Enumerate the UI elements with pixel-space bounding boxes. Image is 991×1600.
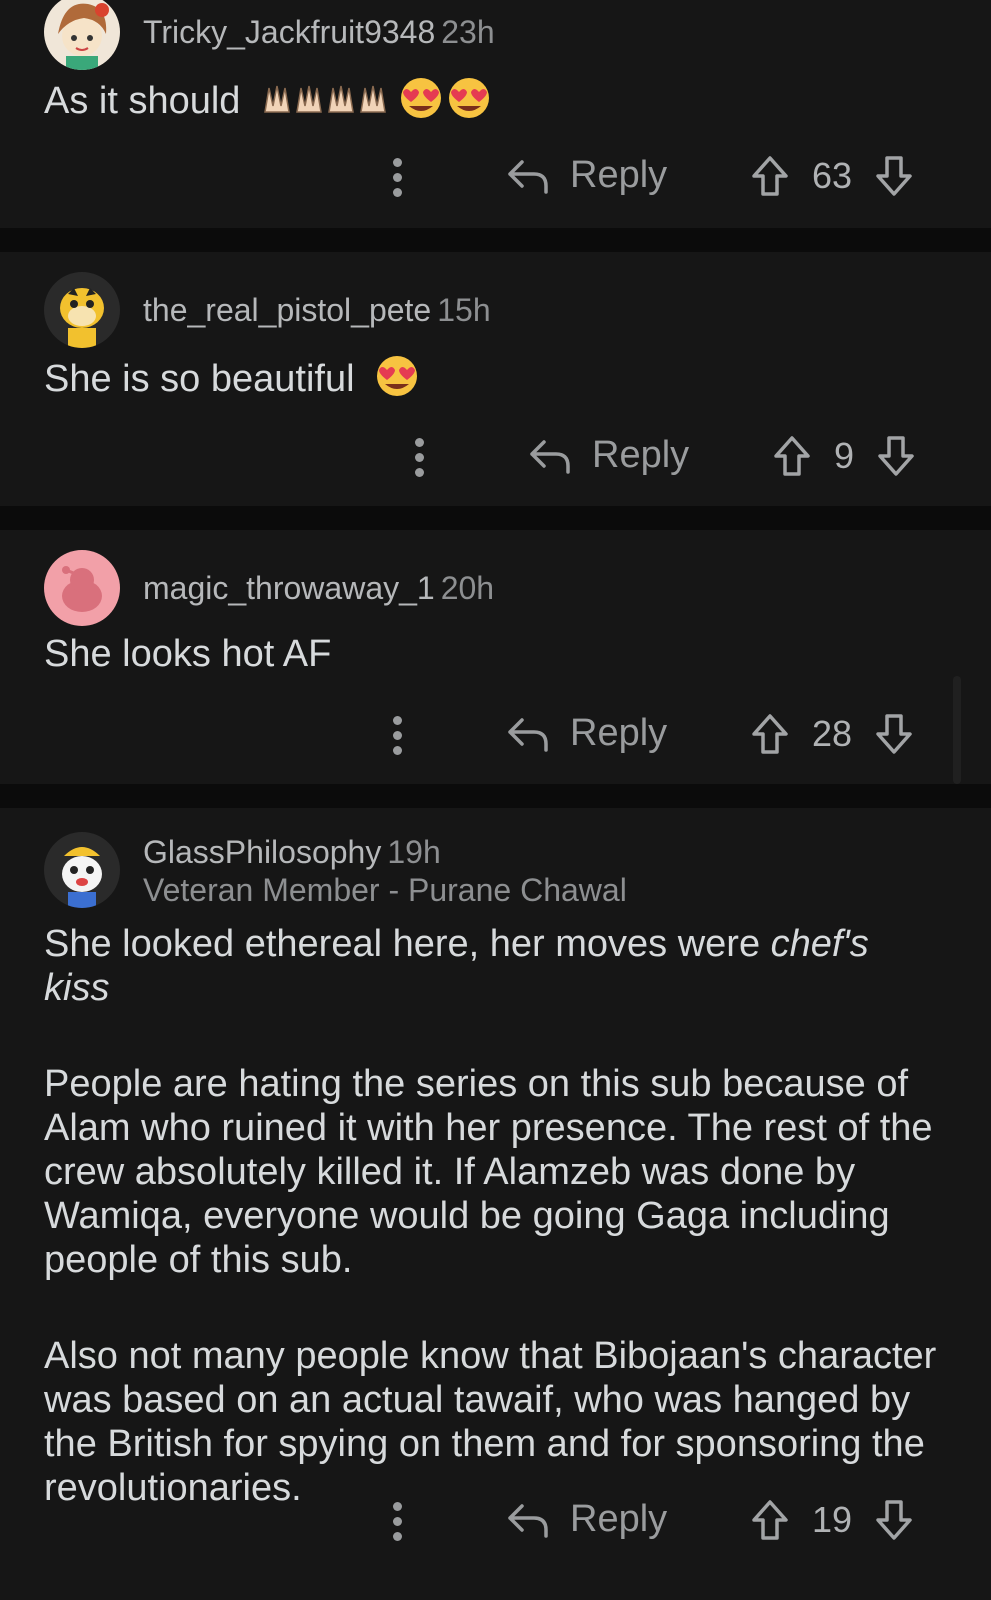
vote-count: 19: [812, 1499, 853, 1540]
comment-actions: Reply 28: [0, 706, 991, 766]
reply-label: Reply: [570, 154, 668, 196]
comment-text: She is so beautiful: [44, 358, 355, 401]
avatar-image: [44, 272, 120, 348]
avatar[interactable]: [44, 0, 120, 70]
vote-controls: 19: [750, 1498, 914, 1542]
comment-text: She looks hot AF: [44, 633, 332, 675]
reply-arrow-icon: [508, 717, 548, 752]
emoji-group: [261, 76, 493, 130]
timestamp: 23h: [441, 14, 495, 50]
avatar-image: [44, 832, 120, 908]
comment-actions: Reply 63: [0, 148, 991, 208]
vote-controls: 28: [750, 712, 914, 756]
downvote-icon[interactable]: [874, 712, 914, 756]
vote-count: 9: [834, 435, 855, 476]
reply-button[interactable]: Reply: [506, 154, 667, 197]
reply-button[interactable]: Reply: [528, 434, 689, 477]
downvote-icon[interactable]: [874, 154, 914, 198]
comment-text: She looked ethereal here, her moves were: [44, 923, 761, 965]
upvote-icon[interactable]: [750, 154, 790, 198]
upvote-icon[interactable]: [772, 434, 812, 478]
comment-actions: Reply 19: [0, 1492, 991, 1552]
comment-meta: magic_throwaway_1 20h: [143, 570, 494, 607]
timestamp: 20h: [440, 570, 495, 606]
upvote-icon[interactable]: [750, 712, 790, 756]
avatar-image: [44, 550, 120, 626]
avatar[interactable]: [44, 550, 120, 626]
heart-eyes-icon: [401, 78, 442, 118]
username[interactable]: magic_throwaway_1: [143, 570, 435, 606]
more-options-icon[interactable]: [391, 158, 403, 198]
comment-card: magic_throwaway_1 20h She looks hot AF Re…: [0, 530, 991, 784]
timestamp: 15h: [437, 292, 491, 328]
comment-card: Tricky_Jackfruit9348 23h As it should Re…: [0, 0, 991, 228]
comment-paragraph: She looked ethereal here, her moves were…: [44, 922, 944, 1010]
avatar-image: [44, 0, 120, 70]
downvote-icon[interactable]: [874, 1498, 914, 1542]
username[interactable]: the_real_pistol_pete: [143, 292, 431, 328]
comment-body: As it should: [44, 76, 944, 130]
avatar[interactable]: [44, 272, 120, 348]
comment-meta: GlassPhilosophy 19h: [143, 834, 441, 871]
comment-paragraph: Also not many people know that Bibojaan'…: [44, 1335, 937, 1509]
comment-actions: Reply 9: [0, 428, 991, 488]
comment-card: GlassPhilosophy 19h Veteran Member - Pura…: [0, 808, 991, 1600]
reply-button[interactable]: Reply: [506, 712, 667, 755]
username[interactable]: GlassPhilosophy: [143, 834, 381, 870]
upvote-icon[interactable]: [750, 1498, 790, 1542]
raised-hands-icon: [264, 78, 490, 118]
reply-label: Reply: [570, 1498, 668, 1540]
reply-label: Reply: [592, 434, 690, 476]
vote-count: 28: [812, 713, 853, 754]
comment-text: As it should: [44, 80, 241, 123]
reply-button[interactable]: Reply: [506, 1498, 667, 1541]
comment-body: She looks hot AF: [44, 632, 944, 676]
scrollbar[interactable]: [953, 676, 961, 784]
more-options-icon[interactable]: [413, 438, 425, 478]
comment-paragraph: People are hating the series on this sub…: [44, 1063, 933, 1281]
emoji-group: [375, 354, 419, 408]
vote-controls: 63: [750, 154, 914, 198]
comment-card: the_real_pistol_pete 15h She is so beauti…: [0, 252, 991, 506]
comment-meta: Tricky_Jackfruit9348 23h: [143, 14, 495, 51]
more-options-icon[interactable]: [391, 1502, 403, 1542]
username[interactable]: Tricky_Jackfruit9348: [143, 14, 435, 50]
downvote-icon[interactable]: [876, 434, 916, 478]
reply-arrow-icon: [508, 159, 548, 194]
more-options-icon[interactable]: [391, 716, 403, 756]
comment-body: She looked ethereal here, her moves were…: [44, 922, 944, 1510]
timestamp: 19h: [387, 834, 441, 870]
user-flair: Veteran Member - Purane Chawal: [143, 872, 627, 908]
avatar[interactable]: [44, 832, 120, 908]
vote-controls: 9: [772, 434, 916, 478]
vote-count: 63: [812, 155, 853, 196]
reply-arrow-icon: [530, 439, 570, 474]
reply-label: Reply: [570, 712, 668, 754]
reply-arrow-icon: [508, 1503, 548, 1538]
comment-body: She is so beautiful: [44, 354, 944, 408]
heart-eyes-icon: [377, 356, 418, 396]
comment-meta: the_real_pistol_pete 15h: [143, 292, 491, 329]
